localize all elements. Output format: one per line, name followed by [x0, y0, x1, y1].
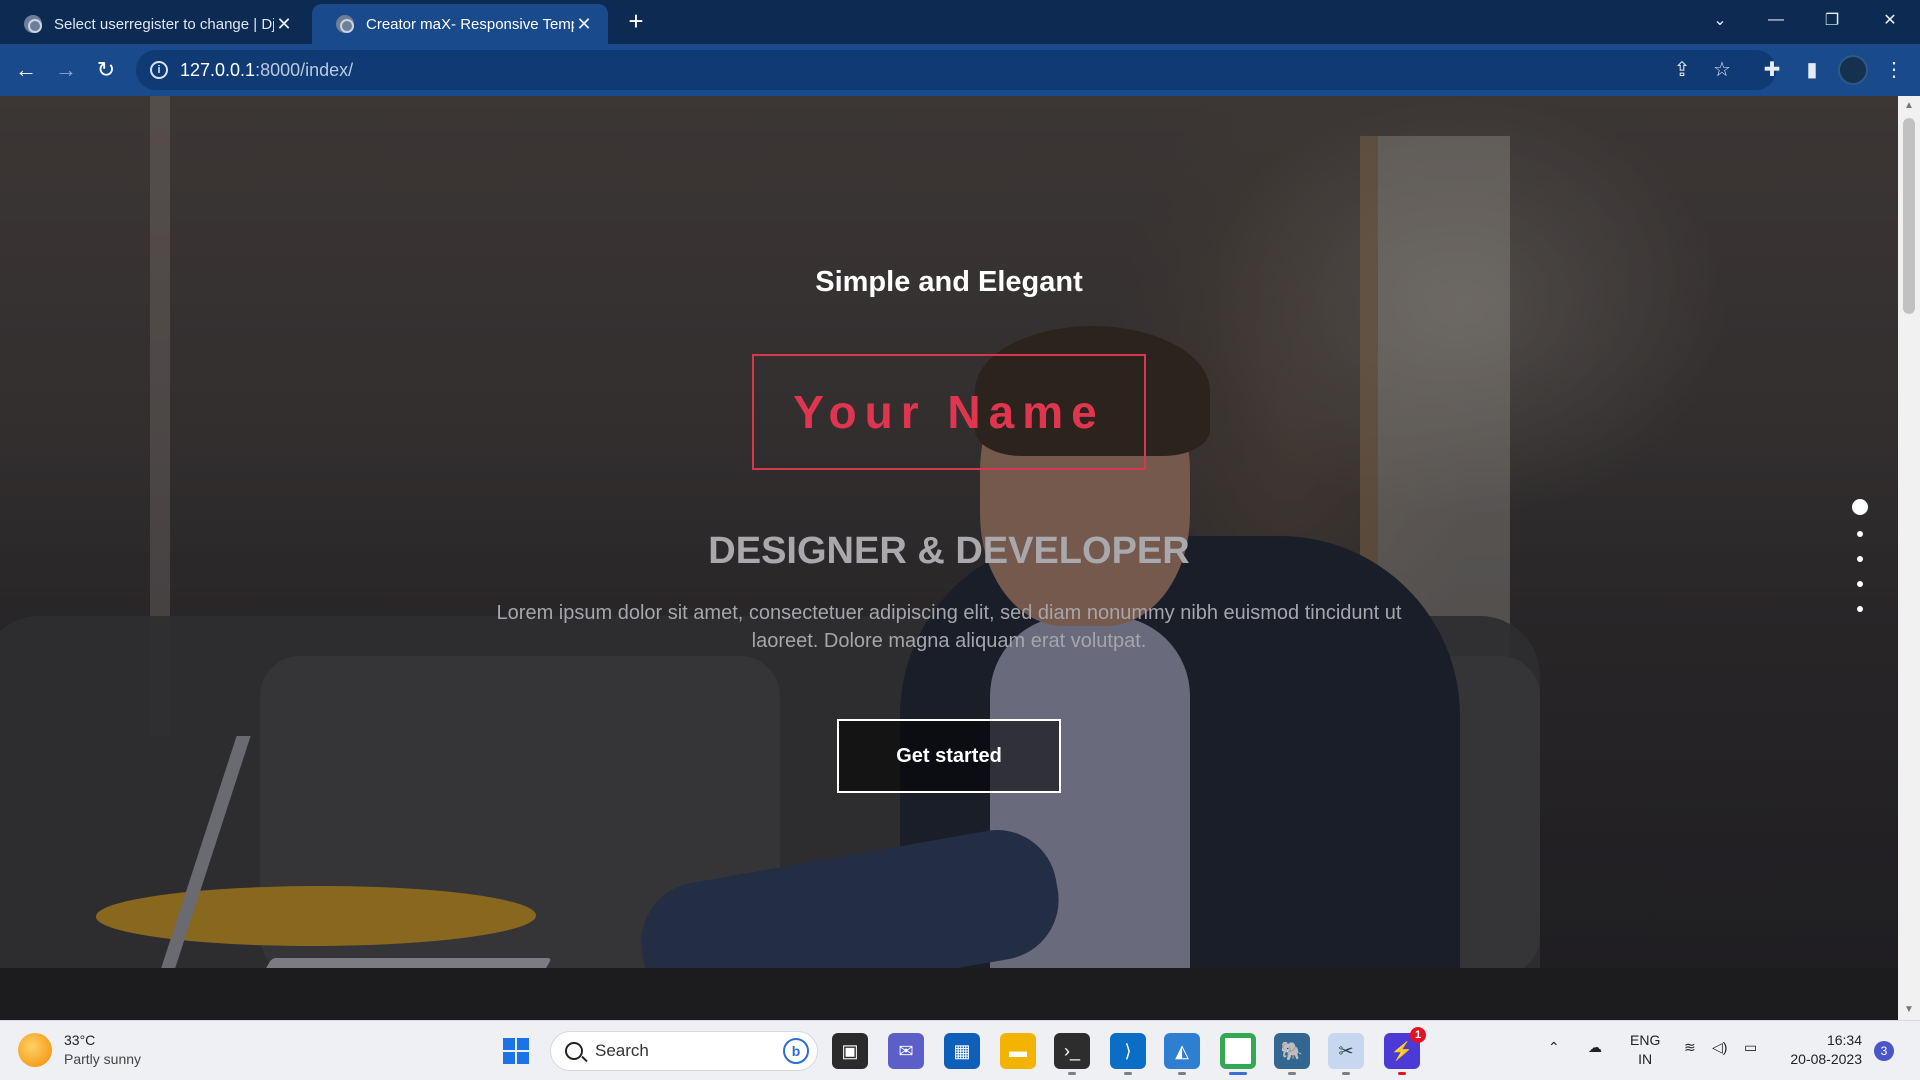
- bing-icon[interactable]: b: [783, 1038, 809, 1064]
- windows-taskbar: 33°C Partly sunny Search b ▣ ✉ ▦ ▬ ›_ ⟩ …: [0, 1020, 1920, 1080]
- clock-time: 16:34: [1826, 1032, 1862, 1048]
- tab-search-icon[interactable]: ⌄: [1692, 0, 1748, 40]
- clock-date: 20-08-2023: [1790, 1051, 1862, 1067]
- hero-section: Simple and Elegant Your Name DESIGNER & …: [0, 96, 1898, 968]
- photos-icon[interactable]: ◭: [1164, 1033, 1200, 1069]
- star-icon[interactable]: ☆: [1708, 56, 1736, 84]
- running-indicator: [1288, 1072, 1296, 1075]
- scroll-thumb[interactable]: [1903, 118, 1915, 314]
- scroll-down-icon[interactable]: ▼: [1898, 1000, 1920, 1020]
- store-icon[interactable]: ▦: [944, 1033, 980, 1069]
- hero-description: Lorem ipsum dolor sit amet, consectetuer…: [496, 602, 1402, 652]
- kebab-menu-icon[interactable]: ⋮: [1880, 56, 1908, 84]
- windows-logo-icon: [503, 1038, 529, 1064]
- slide-dot-4[interactable]: [1857, 581, 1863, 587]
- share-icon[interactable]: ⇪: [1668, 56, 1696, 84]
- globe-icon: [336, 15, 354, 33]
- page-viewport: Simple and Elegant Your Name DESIGNER & …: [0, 96, 1898, 1020]
- running-indicator: [1178, 1072, 1186, 1075]
- weather-condition: Partly sunny: [64, 1051, 142, 1067]
- taskbar-search[interactable]: Search b: [550, 1031, 818, 1071]
- code-editor-icon[interactable]: ⚡ 1: [1384, 1027, 1426, 1069]
- language-indicator[interactable]: ENG IN: [1630, 1031, 1660, 1069]
- page-scrollbar[interactable]: ▲ ▼: [1898, 96, 1920, 1020]
- tab-creator-max[interactable]: Creator maX- Responsive Templa ✕: [312, 4, 608, 44]
- tab-title: Select userregister to change | Dj: [54, 15, 274, 33]
- puzzle-icon[interactable]: ✚: [1758, 56, 1786, 84]
- next-section: [0, 968, 1898, 1020]
- url-text: 127.0.0.1:8000/index/: [180, 60, 353, 81]
- address-bar[interactable]: i 127.0.0.1:8000/index/: [136, 50, 1776, 90]
- wifi-icon[interactable]: ≋: [1684, 1039, 1696, 1056]
- weather-text: 33°C Partly sunny: [64, 1031, 141, 1069]
- attention-indicator: [1398, 1072, 1406, 1075]
- hero-name-box: Your Name: [752, 354, 1146, 470]
- postgresql-icon[interactable]: 🐘: [1274, 1033, 1310, 1069]
- back-button[interactable]: ←: [12, 56, 40, 84]
- reload-button[interactable]: ↻: [92, 56, 120, 84]
- tab-title: Creator maX- Responsive Templa: [366, 15, 574, 33]
- url-path: :8000/index/: [255, 59, 354, 80]
- new-tab-button[interactable]: +: [622, 8, 650, 36]
- forward-button[interactable]: →: [52, 56, 80, 84]
- active-app-indicator: [1229, 1072, 1247, 1075]
- language-code: ENG: [1630, 1032, 1661, 1048]
- close-window-button[interactable]: ✕: [1862, 0, 1918, 40]
- partly-sunny-icon: [18, 1033, 52, 1067]
- running-indicator: [1068, 1072, 1076, 1075]
- url-host: 127.0.0.1: [180, 59, 256, 80]
- close-tab-icon[interactable]: ✕: [274, 14, 294, 35]
- windows-start-icon[interactable]: [498, 1033, 534, 1069]
- snipping-tool-icon[interactable]: ✂: [1328, 1033, 1364, 1069]
- notification-count[interactable]: 3: [1874, 1041, 1894, 1061]
- chrome-icon[interactable]: [1220, 1033, 1256, 1069]
- weather-widget[interactable]: 33°C Partly sunny: [18, 1031, 141, 1069]
- task-view-icon[interactable]: ▣: [832, 1033, 868, 1069]
- close-tab-icon[interactable]: ✕: [574, 14, 594, 35]
- language-region: IN: [1638, 1051, 1653, 1067]
- restore-button[interactable]: ❐: [1804, 0, 1860, 40]
- slide-dots: [1850, 499, 1870, 631]
- hero-tagline: Simple and Elegant: [815, 266, 1083, 298]
- search-label: Search: [595, 1041, 649, 1060]
- globe-icon: [24, 15, 42, 33]
- scroll-up-icon[interactable]: ▲: [1898, 96, 1920, 116]
- browser-tab-bar: Select userregister to change | Dj ✕ Cre…: [0, 0, 1920, 44]
- slide-dot-1[interactable]: [1852, 499, 1868, 515]
- onedrive-icon[interactable]: ☁: [1588, 1039, 1602, 1056]
- slide-dot-5[interactable]: [1857, 606, 1863, 612]
- side-panel-icon[interactable]: ▮: [1798, 56, 1826, 84]
- slide-dot-3[interactable]: [1857, 556, 1863, 562]
- hero-name: Your Name: [793, 386, 1105, 438]
- teams-chat-icon[interactable]: ✉: [888, 1033, 924, 1069]
- info-icon[interactable]: i: [150, 61, 168, 79]
- slide-dot-2[interactable]: [1857, 531, 1863, 537]
- terminal-icon[interactable]: ›_: [1054, 1033, 1090, 1069]
- hero-role: DESIGNER & DEVELOPER: [708, 530, 1190, 572]
- tab-userregister[interactable]: Select userregister to change | Dj ✕: [0, 4, 308, 44]
- running-indicator: [1124, 1072, 1132, 1075]
- file-explorer-icon[interactable]: ▬: [1000, 1033, 1036, 1069]
- avatar[interactable]: [1838, 55, 1868, 85]
- hero-content: Simple and Elegant Your Name DESIGNER & …: [0, 96, 1898, 968]
- browser-toolbar: ← → ↻ i 127.0.0.1:8000/index/ ⇪ ☆ ✚ ▮ ⋮: [0, 44, 1920, 96]
- battery-icon[interactable]: ▭: [1744, 1039, 1757, 1056]
- minimize-button[interactable]: —: [1748, 0, 1804, 40]
- vscode-icon[interactable]: ⟩: [1110, 1033, 1146, 1069]
- weather-temp: 33°C: [64, 1032, 96, 1048]
- running-indicator: [1342, 1072, 1350, 1075]
- search-icon: [565, 1042, 583, 1060]
- chevron-up-icon[interactable]: ⌃: [1548, 1039, 1560, 1056]
- screen: Select userregister to change | Dj ✕ Cre…: [0, 0, 1920, 1080]
- volume-icon[interactable]: ◁): [1712, 1039, 1727, 1056]
- notification-badge: 1: [1410, 1027, 1426, 1043]
- system-clock[interactable]: 16:34 20-08-2023: [1780, 1031, 1862, 1069]
- get-started-button[interactable]: Get started: [837, 719, 1061, 793]
